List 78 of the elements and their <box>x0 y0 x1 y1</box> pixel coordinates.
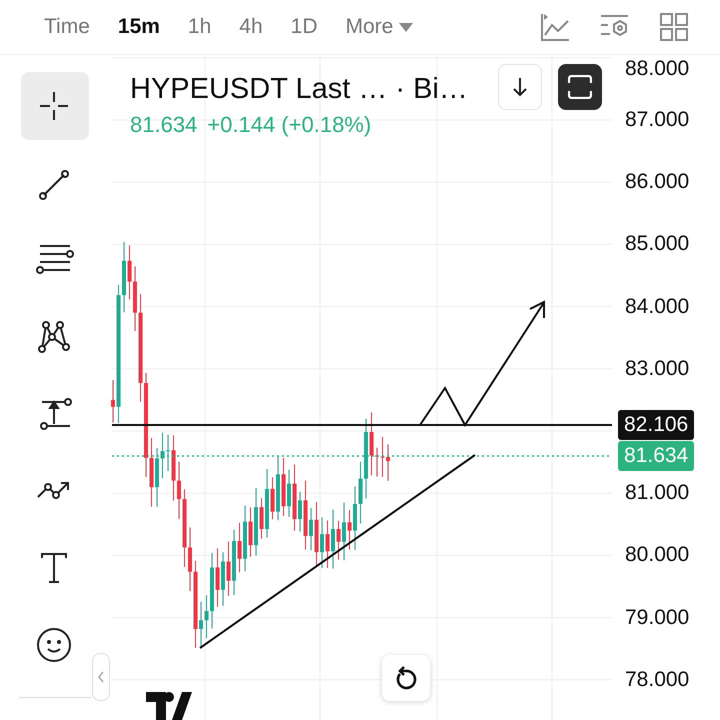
price-axis-label: 88.000 <box>625 57 690 81</box>
candle <box>128 245 132 300</box>
candle <box>358 461 362 524</box>
candle <box>336 520 340 560</box>
download-button[interactable] <box>498 64 542 110</box>
candle <box>380 436 384 478</box>
timeframe-tab[interactable]: Time <box>30 15 104 39</box>
timeframe-tab[interactable]: 15m <box>104 15 174 39</box>
candle <box>292 464 296 532</box>
candle <box>150 437 154 508</box>
candle <box>314 502 318 568</box>
candle <box>375 447 379 478</box>
rotate-icon <box>395 666 417 690</box>
candle <box>348 510 352 550</box>
candle <box>133 266 137 332</box>
candle <box>177 461 181 520</box>
timeframe-tab[interactable]: 1h <box>174 15 226 39</box>
symbol-title[interactable]: HYPEUSDT Last … · Bi… <box>130 73 468 106</box>
candle <box>298 491 302 532</box>
candle <box>320 516 324 569</box>
candle <box>265 468 269 538</box>
candle <box>370 412 374 476</box>
tradingview-logo-icon <box>146 692 192 720</box>
candle <box>216 548 220 608</box>
candle <box>326 520 330 568</box>
candle <box>248 506 252 558</box>
indicator-settings-icon[interactable] <box>600 13 630 39</box>
reset-chart-button[interactable] <box>382 655 430 701</box>
price-axis-label: 87.000 <box>625 108 690 132</box>
candle <box>276 456 280 521</box>
fullscreen-icon <box>568 75 592 99</box>
candle <box>260 498 264 540</box>
candle <box>309 507 313 551</box>
chart-line-icon[interactable] <box>540 13 570 41</box>
candle <box>199 601 203 648</box>
caret-icon <box>399 22 414 32</box>
candle <box>172 434 176 501</box>
candle <box>166 434 170 472</box>
candle <box>243 505 247 572</box>
price-axis-label: 78.000 <box>625 668 690 692</box>
price-axis-label: 79.000 <box>625 606 690 630</box>
timeframe-tab[interactable]: 4h <box>225 15 277 39</box>
candle <box>204 594 208 639</box>
price-axis-label: 80.000 <box>625 543 690 568</box>
candle <box>238 522 242 573</box>
candle <box>270 476 274 520</box>
candle <box>226 541 230 596</box>
candle <box>386 444 390 482</box>
price-tag: 81.634 <box>618 441 694 471</box>
price-axis-label: 84.000 <box>625 294 690 319</box>
price-change: +0.144 (+0.18%) <box>207 112 372 138</box>
timeframe-tab[interactable]: 1D <box>276 15 332 39</box>
candle <box>122 242 126 313</box>
candle <box>282 457 286 516</box>
fullscreen-button[interactable] <box>558 64 602 110</box>
price-tag: 82.106 <box>618 410 694 440</box>
candle <box>111 380 115 423</box>
price-axis-label: 81.000 <box>625 481 690 506</box>
candle <box>155 447 159 508</box>
price-axis-label: 83.000 <box>625 356 690 381</box>
smiley-icon <box>36 627 74 663</box>
candle <box>353 486 357 550</box>
candle <box>304 480 308 550</box>
candle <box>188 527 192 592</box>
price-axis-label: 85.000 <box>625 232 690 256</box>
candle <box>160 432 164 479</box>
chevron-left-icon <box>98 671 104 683</box>
candle <box>342 502 346 561</box>
arrow-down-icon <box>512 77 528 97</box>
candle <box>254 488 258 556</box>
last-price: 81.634 <box>130 112 198 138</box>
price-axis-label: 86.000 <box>625 170 690 194</box>
candle <box>287 469 291 518</box>
candle <box>221 552 225 606</box>
candle <box>331 509 335 570</box>
layout-grid-icon[interactable] <box>660 13 688 41</box>
more-dropdown[interactable]: More <box>332 15 428 39</box>
candle <box>232 529 236 596</box>
